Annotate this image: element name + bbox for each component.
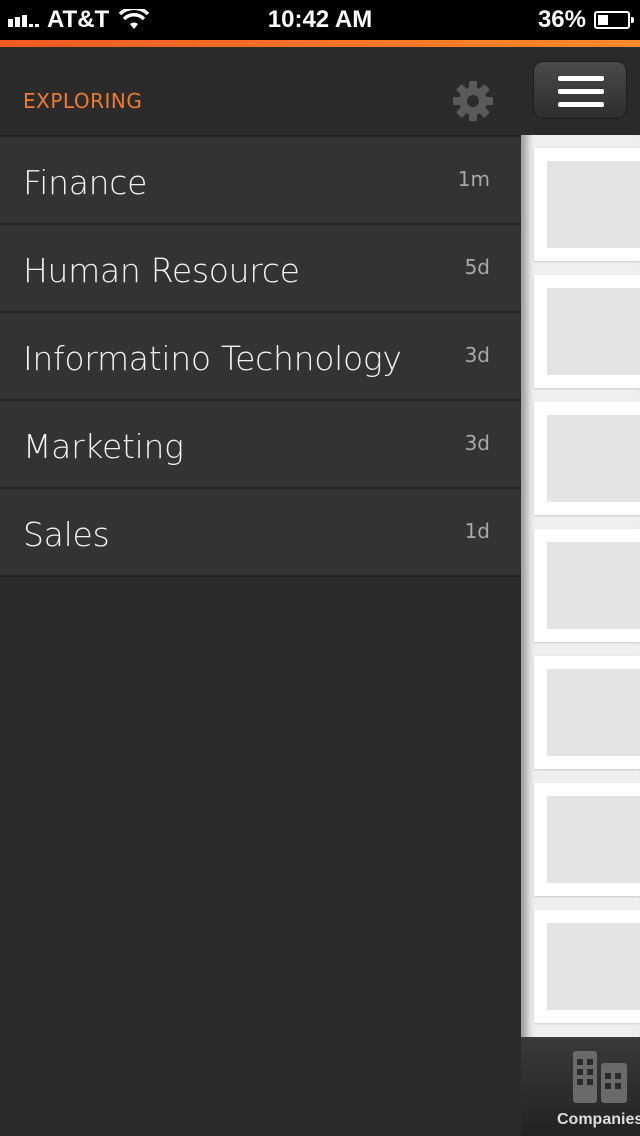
content-card[interactable] xyxy=(534,275,640,388)
drawer-item-label: Human Resource xyxy=(23,251,300,290)
drawer-item-time: 1m xyxy=(457,167,490,191)
gear-icon[interactable] xyxy=(451,79,495,123)
card-thumbnail xyxy=(547,542,640,629)
tab-label: Companies xyxy=(557,1111,640,1128)
drawer-item-time: 5d xyxy=(464,255,490,279)
card-thumbnail xyxy=(547,669,640,756)
card-thumbnail xyxy=(547,923,640,1010)
drawer-item-label: Informatino Technology xyxy=(23,339,402,378)
drawer-item-label: Sales xyxy=(23,515,110,554)
drawer-item-human-resource[interactable]: Human Resource 5d xyxy=(0,225,521,313)
content-card[interactable] xyxy=(534,656,640,769)
card-thumbnail xyxy=(547,415,640,502)
card-thumbnail xyxy=(547,796,640,883)
drawer-item-finance[interactable]: Finance 1m xyxy=(0,137,521,225)
status-right: 36% xyxy=(537,6,634,34)
drawer-item-marketing[interactable]: Marketing 3d xyxy=(0,401,521,489)
content-card[interactable] xyxy=(534,783,640,896)
side-drawer: EXPLORING Finance 1m Human Resource 5d I… xyxy=(0,47,521,1136)
drawer-item-information-technology[interactable]: Informatino Technology 3d xyxy=(0,313,521,401)
buildings-icon xyxy=(573,1051,627,1103)
drawer-title: EXPLORING xyxy=(23,89,143,113)
drawer-item-time: 1d xyxy=(464,519,490,543)
card-thumbnail xyxy=(547,288,640,375)
drawer-item-time: 3d xyxy=(464,343,490,367)
content-card[interactable] xyxy=(534,402,640,515)
battery-fill xyxy=(598,15,609,25)
main-top-bar xyxy=(521,47,640,135)
drawer-item-time: 3d xyxy=(464,431,490,455)
accent-bar xyxy=(0,40,640,47)
content-card[interactable] xyxy=(534,529,640,642)
drawer-header: EXPLORING xyxy=(0,47,521,137)
content-card[interactable] xyxy=(534,148,640,261)
status-bar: AT&T 10:42 AM 36% xyxy=(0,0,640,40)
drawer-item-sales[interactable]: Sales 1d xyxy=(0,489,521,577)
battery-percent: 36% xyxy=(537,6,586,33)
card-thumbnail xyxy=(547,161,640,248)
drawer-item-label: Finance xyxy=(23,163,148,202)
battery-icon xyxy=(594,11,634,29)
hamburger-icon[interactable] xyxy=(533,61,627,119)
content-card[interactable] xyxy=(534,910,640,1023)
drawer-item-label: Marketing xyxy=(23,427,184,466)
tab-bar: Companies xyxy=(521,1037,640,1136)
main-content-peek[interactable]: Companies xyxy=(521,47,640,1136)
